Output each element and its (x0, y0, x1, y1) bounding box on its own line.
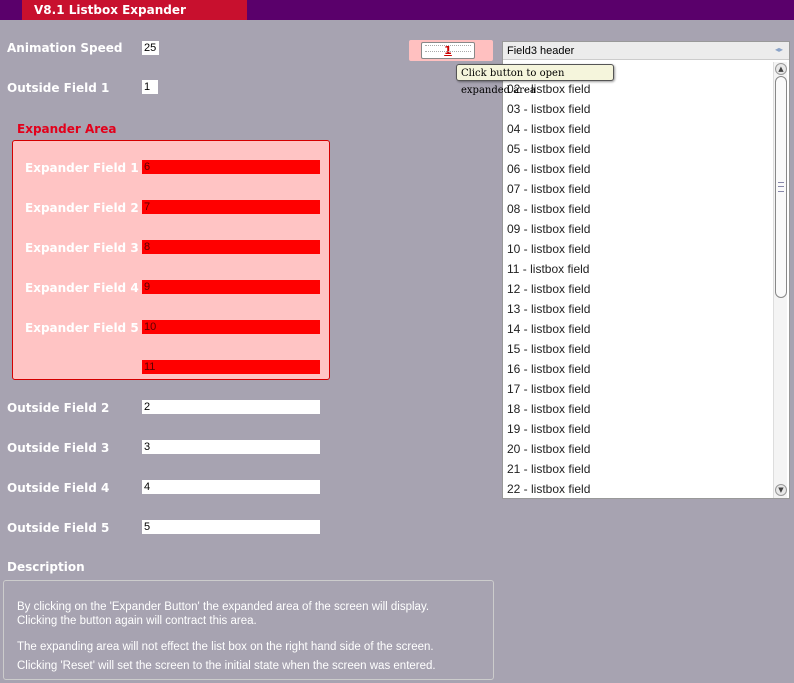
expander-field-5-label: Expander Field 5 (25, 321, 139, 335)
expander-field-5-input[interactable]: 10 (142, 320, 320, 334)
animation-speed-label: Animation Speed (7, 41, 123, 55)
listbox-item[interactable]: 11 - listbox field (503, 259, 773, 279)
scroll-down-icon[interactable]: ▼ (775, 484, 787, 496)
listbox-item[interactable]: 18 - listbox field (503, 399, 773, 419)
listbox-item[interactable]: 13 - listbox field (503, 299, 773, 319)
outside-field-5-input[interactable]: 5 (142, 520, 320, 534)
listbox-item[interactable]: 22 - listbox field (503, 479, 773, 498)
listbox-item[interactable]: 08 - listbox field (503, 199, 773, 219)
listbox-item[interactable]: 04 - listbox field (503, 119, 773, 139)
column-resize-icon: ◂▸ (775, 45, 784, 54)
expander-dots-icon (425, 45, 471, 52)
listbox-item[interactable]: 16 - listbox field (503, 359, 773, 379)
expander-tooltip: Click button to open expanded area (456, 64, 614, 96)
listbox-item[interactable]: 05 - listbox field (503, 139, 773, 159)
listbox-items: 02 - listbox field 03 - listbox field 04 -… (503, 79, 773, 498)
expander-field-3-label: Expander Field 3 (25, 241, 139, 255)
description-line-2: Clicking the button again will contract … (17, 615, 257, 627)
outside-field-1-input[interactable]: 1 (142, 80, 158, 94)
listbox-item[interactable]: 15 - listbox field (503, 339, 773, 359)
expander-field-3-input[interactable]: 8 (142, 240, 320, 254)
listbox-item[interactable]: 17 - listbox field (503, 379, 773, 399)
outside-field-5-label: Outside Field 5 (7, 521, 110, 535)
outside-field-1-label: Outside Field 1 (7, 81, 110, 95)
listbox-item[interactable]: 02 - listbox field (503, 79, 773, 99)
description-box: By clicking on the 'Expander Button' the… (3, 580, 494, 680)
expander-area-title: Expander Area (17, 122, 117, 136)
listbox-item[interactable]: 12 - listbox field (503, 279, 773, 299)
title-bar: V8.1 Listbox Expander (0, 0, 794, 20)
listbox-item[interactable]: 07 - listbox field (503, 179, 773, 199)
scroll-thumb[interactable] (775, 76, 787, 298)
listbox-item[interactable]: 06 - listbox field (503, 159, 773, 179)
animation-speed-input[interactable]: 25 (142, 41, 159, 55)
outside-field-3-label: Outside Field 3 (7, 441, 110, 455)
listbox-item[interactable]: 19 - listbox field (503, 419, 773, 439)
expander-button[interactable]: 1 (421, 42, 475, 59)
listbox-header-label: Field3 header (507, 45, 575, 57)
expander-field-4-input[interactable]: 9 (142, 280, 320, 294)
expander-field-1-input[interactable]: 6 (142, 160, 320, 174)
expander-field-1-label: Expander Field 1 (25, 161, 139, 175)
outside-field-2-input[interactable]: 2 (142, 400, 320, 414)
outside-field-4-input[interactable]: 4 (142, 480, 320, 494)
listbox-item[interactable]: 14 - listbox field (503, 319, 773, 339)
description-line-1: By clicking on the 'Expander Button' the… (17, 601, 430, 613)
outside-field-4-label: Outside Field 4 (7, 481, 110, 495)
listbox-item[interactable]: 03 - listbox field (503, 99, 773, 119)
listbox-item[interactable]: 10 - listbox field (503, 239, 773, 259)
scroll-up-icon[interactable]: ▲ (775, 63, 787, 75)
listbox-item[interactable]: 20 - listbox field (503, 439, 773, 459)
description-title: Description (7, 560, 85, 574)
expander-area (12, 140, 330, 380)
grip-icon (778, 182, 784, 192)
expander-field-2-label: Expander Field 2 (25, 201, 139, 215)
window-title: V8.1 Listbox Expander (22, 0, 247, 20)
listbox[interactable]: Field3 header ◂▸ 02 - listbox field 03 - … (502, 41, 790, 499)
listbox-scrollbar[interactable]: ▲ ▼ (773, 62, 787, 498)
listbox-item[interactable]: 09 - listbox field (503, 219, 773, 239)
expander-field-4-label: Expander Field 4 (25, 281, 139, 295)
expander-field-6-input[interactable]: 11 (142, 360, 320, 374)
outside-field-2-label: Outside Field 2 (7, 401, 110, 415)
description-line-3: The expanding area will not effect the l… (17, 641, 434, 653)
expander-button-frame: 1 (409, 40, 493, 61)
listbox-item[interactable]: 21 - listbox field (503, 459, 773, 479)
description-line-4: Clicking 'Reset' will set the screen to … (17, 660, 436, 672)
expander-field-2-input[interactable]: 7 (142, 200, 320, 214)
listbox-header[interactable]: Field3 header ◂▸ (503, 42, 789, 60)
outside-field-3-input[interactable]: 3 (142, 440, 320, 454)
